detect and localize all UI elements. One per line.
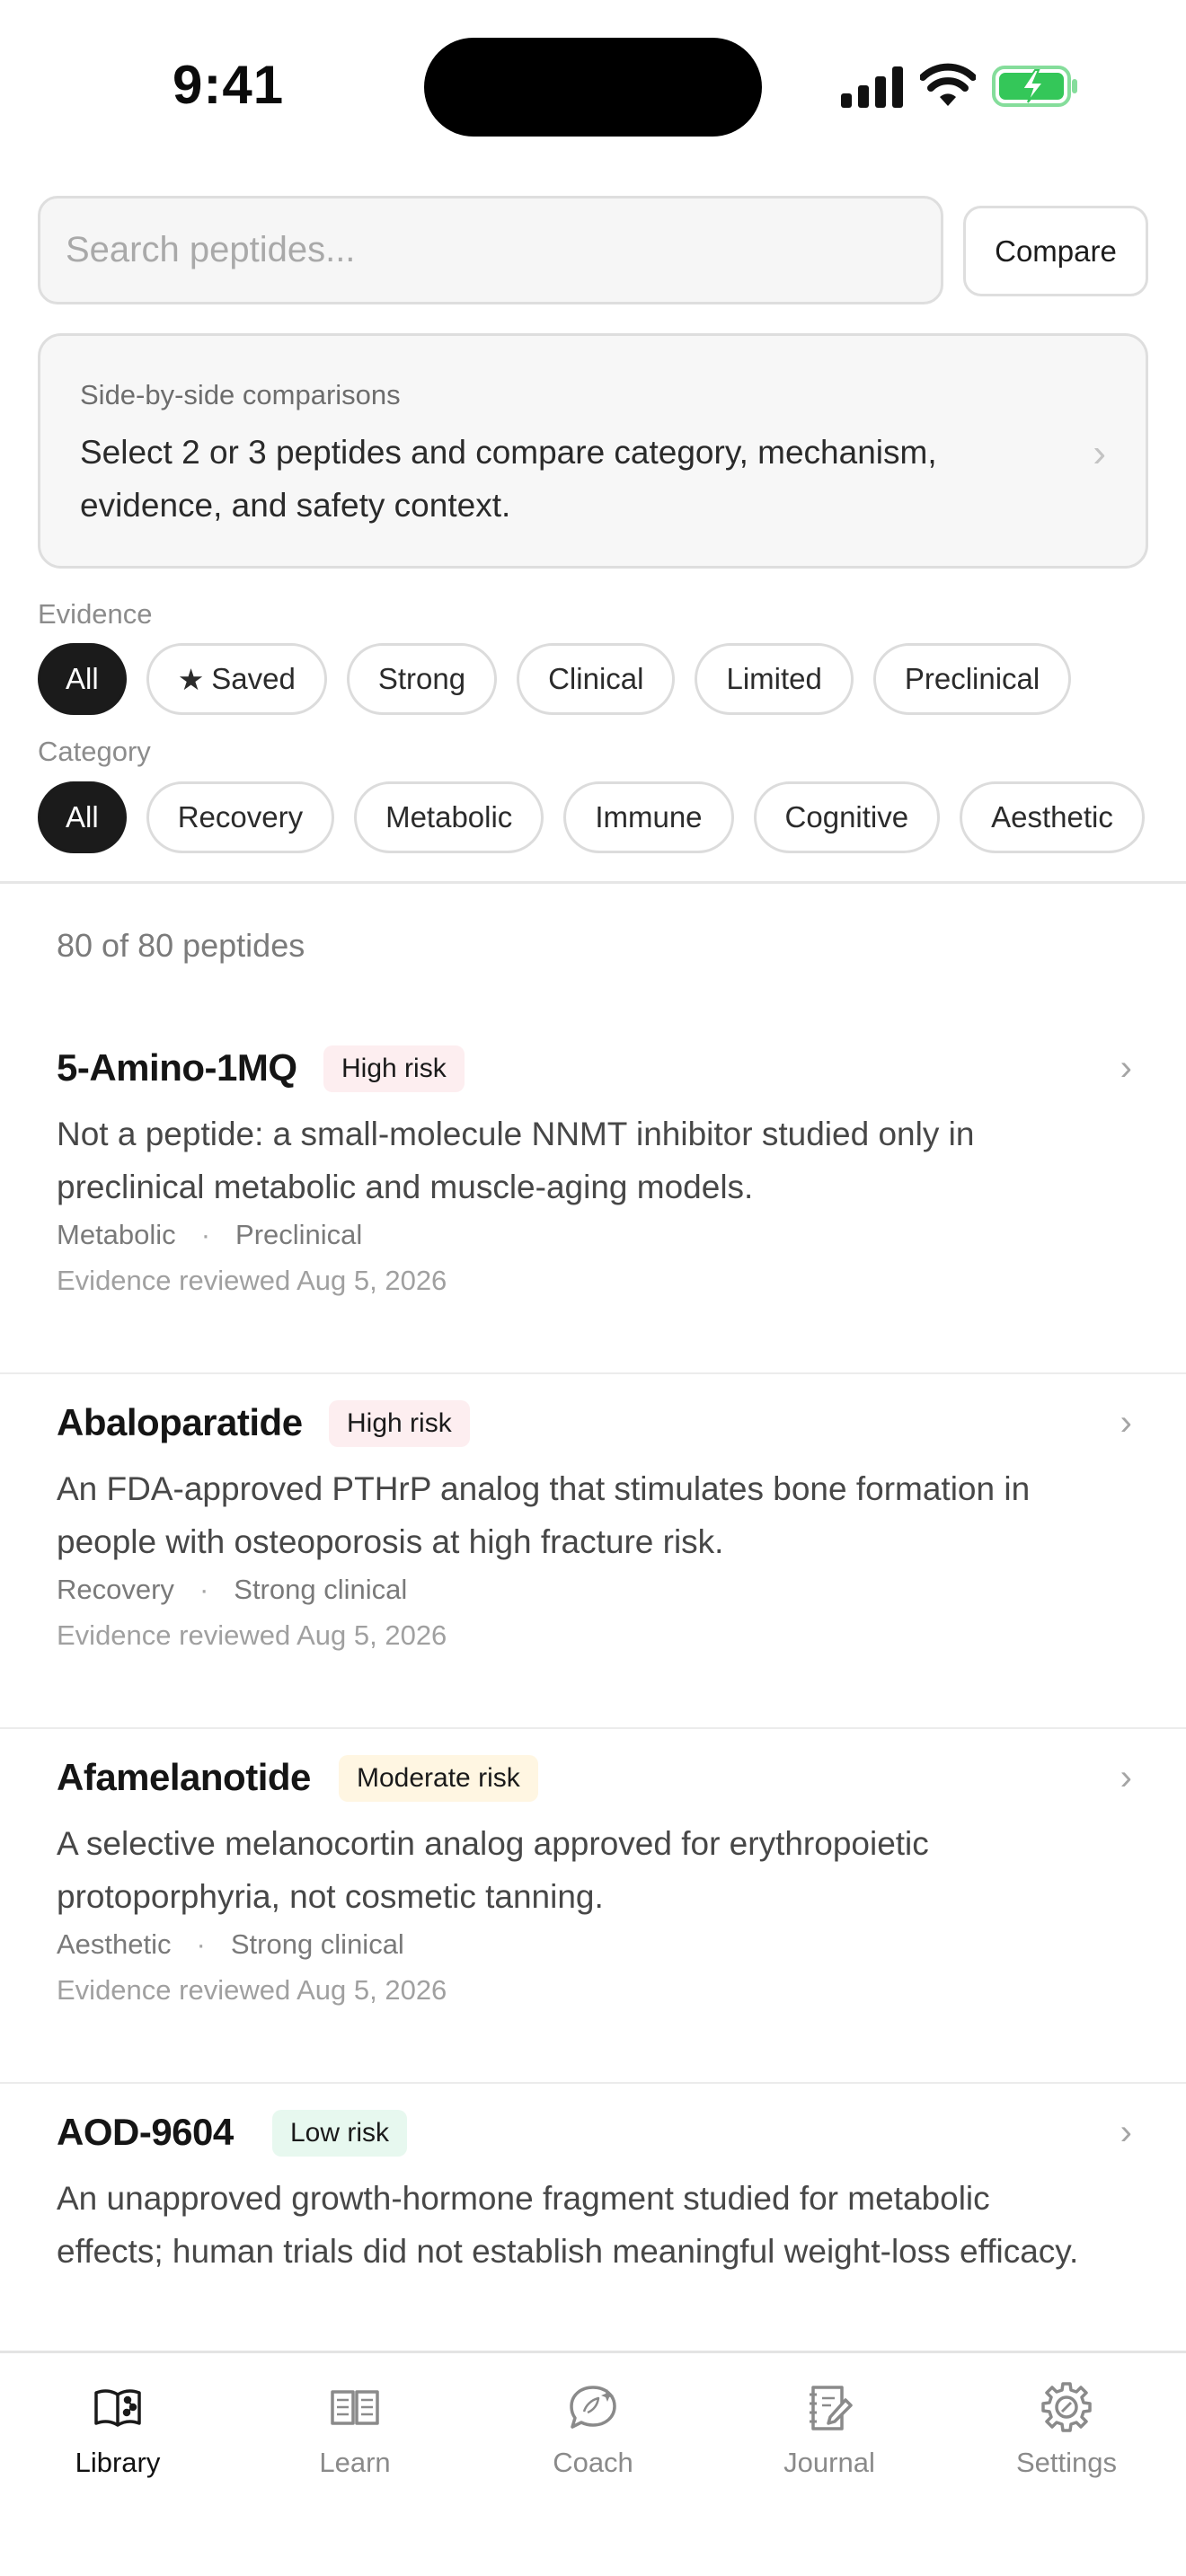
cellular-signal-icon — [841, 66, 903, 108]
peptide-summary: Not a peptide: a small-molecule NNMT inh… — [57, 1116, 975, 1205]
tab-coach-label: Coach — [553, 2447, 633, 2478]
peptide-category: Recovery — [57, 1574, 174, 1605]
peptide-summary: A selective melanocortin analog approved… — [57, 1825, 929, 1915]
star-icon: ★ — [177, 662, 205, 696]
compare-button[interactable]: Compare — [963, 206, 1148, 296]
risk-badge: High risk — [329, 1400, 470, 1447]
tab-settings-label: Settings — [1015, 2447, 1117, 2478]
evidence-chip-saved-label: Saved — [211, 662, 296, 695]
peptide-reviewed-date: Evidence reviewed Aug 5, 2026 — [57, 1619, 447, 1651]
peptide-summary: An unapproved growth-hormone fragment st… — [57, 2180, 1079, 2270]
tab-settings[interactable]: Settings — [968, 2380, 1165, 2497]
dynamic-island — [424, 38, 762, 137]
evidence-chip-all[interactable]: All — [38, 643, 127, 715]
peptide-name: 5-Amino-1MQ — [57, 1046, 297, 1089]
chevron-right-icon: › — [1120, 2113, 1132, 2152]
tab-library[interactable]: Library — [19, 2380, 217, 2497]
risk-badge: Moderate risk — [339, 1755, 538, 1802]
meta-separator: · — [200, 1219, 211, 1250]
category-filter-label: Category — [38, 736, 151, 767]
gear-icon — [1041, 2382, 1092, 2432]
coach-chat-icon — [570, 2386, 616, 2429]
comparisons-kicker: Side-by-side comparisons — [80, 379, 401, 410]
chevron-right-icon: › — [1120, 1048, 1132, 1088]
battery-charging-icon — [992, 66, 1077, 107]
peptide-category: Metabolic — [57, 1219, 176, 1250]
peptide-evidence: Strong clinical — [234, 1574, 408, 1605]
filters-divider — [0, 881, 1186, 884]
tab-learn-label: Learn — [319, 2447, 391, 2478]
peptide-meta: Metabolic · Preclinical — [57, 1219, 362, 1251]
book-open-icon — [94, 2389, 141, 2427]
category-chip-metabolic[interactable]: Metabolic — [354, 781, 544, 853]
tab-coach[interactable]: Coach — [494, 2380, 692, 2497]
peptide-row[interactable]: Afamelanotide Moderate risk › A selectiv… — [0, 1729, 1186, 2084]
peptide-meta: Aesthetic · Strong clinical — [57, 1928, 404, 1961]
search-field[interactable] — [38, 196, 943, 304]
search-input[interactable] — [66, 198, 910, 302]
category-chip-cognitive[interactable]: Cognitive — [753, 781, 941, 853]
risk-badge: Low risk — [272, 2110, 408, 2157]
category-chip-recovery[interactable]: Recovery — [146, 781, 335, 853]
peptide-row[interactable]: 5-Amino-1MQ High risk › Not a peptide: a… — [0, 1019, 1186, 1374]
evidence-filter-label: Evidence — [38, 598, 153, 630]
comparisons-card[interactable]: Side-by-side comparisons Select 2 or 3 p… — [38, 333, 1148, 569]
peptide-name: Abaloparatide — [57, 1401, 303, 1443]
tab-library-label: Library — [75, 2447, 161, 2478]
status-time: 9:41 — [173, 55, 285, 115]
peptide-name: Afamelanotide — [57, 1756, 311, 1798]
results-count: 80 of 80 peptides — [57, 927, 305, 964]
status-bar: 9:41 — [0, 0, 1186, 171]
open-book-icon — [331, 2390, 379, 2425]
tab-bar: Library Learn Coach Journal Settings — [0, 2351, 1186, 2576]
peptide-category: Aesthetic — [57, 1928, 172, 1960]
chevron-right-icon: › — [1120, 1403, 1132, 1442]
peptide-reviewed-date: Evidence reviewed Aug 5, 2026 — [57, 1974, 447, 2006]
tab-journal-label: Journal — [783, 2447, 875, 2478]
peptide-summary: An FDA-approved PTHrP analog that stimul… — [57, 1470, 1031, 1560]
peptide-name: AOD-9604 — [57, 2111, 234, 2153]
evidence-chip-row: All ★ Saved Strong Clinical Limited Precl… — [38, 643, 1072, 715]
evidence-chip-saved[interactable]: ★ Saved — [146, 643, 327, 715]
peptide-evidence: Preclinical — [235, 1219, 363, 1250]
category-chip-scroller[interactable]: All Recovery Metabolic Immune Cognitive … — [0, 780, 1186, 860]
category-chip-row: All Recovery Metabolic Immune Cognitive … — [38, 781, 1145, 853]
comparisons-description: Select 2 or 3 peptides and compare categ… — [80, 434, 937, 524]
wifi-icon — [920, 63, 976, 106]
evidence-chip-strong[interactable]: Strong — [346, 643, 498, 715]
peptide-reviewed-date: Evidence reviewed Aug 5, 2026 — [57, 1265, 447, 1296]
peptide-evidence: Strong clinical — [230, 1928, 404, 1960]
evidence-chip-clinical[interactable]: Clinical — [517, 643, 676, 715]
peptide-meta: Recovery · Strong clinical — [57, 1574, 407, 1606]
risk-badge: High risk — [323, 1045, 465, 1092]
category-chip-aesthetic[interactable]: Aesthetic — [960, 781, 1145, 853]
category-chip-all[interactable]: All — [38, 781, 127, 853]
chevron-right-icon: › — [1093, 431, 1106, 475]
meta-separator: · — [196, 1928, 206, 1960]
tab-journal[interactable]: Journal — [730, 2380, 928, 2497]
journal-icon — [810, 2386, 853, 2430]
tab-learn[interactable]: Learn — [256, 2380, 454, 2497]
peptide-row[interactable]: Abaloparatide High risk › An FDA-approve… — [0, 1374, 1186, 1729]
evidence-chip-preclinical[interactable]: Preclinical — [872, 643, 1072, 715]
meta-separator: · — [199, 1574, 209, 1605]
chevron-right-icon: › — [1120, 1758, 1132, 1797]
category-chip-immune[interactable]: Immune — [563, 781, 734, 853]
evidence-chip-limited[interactable]: Limited — [695, 643, 854, 715]
